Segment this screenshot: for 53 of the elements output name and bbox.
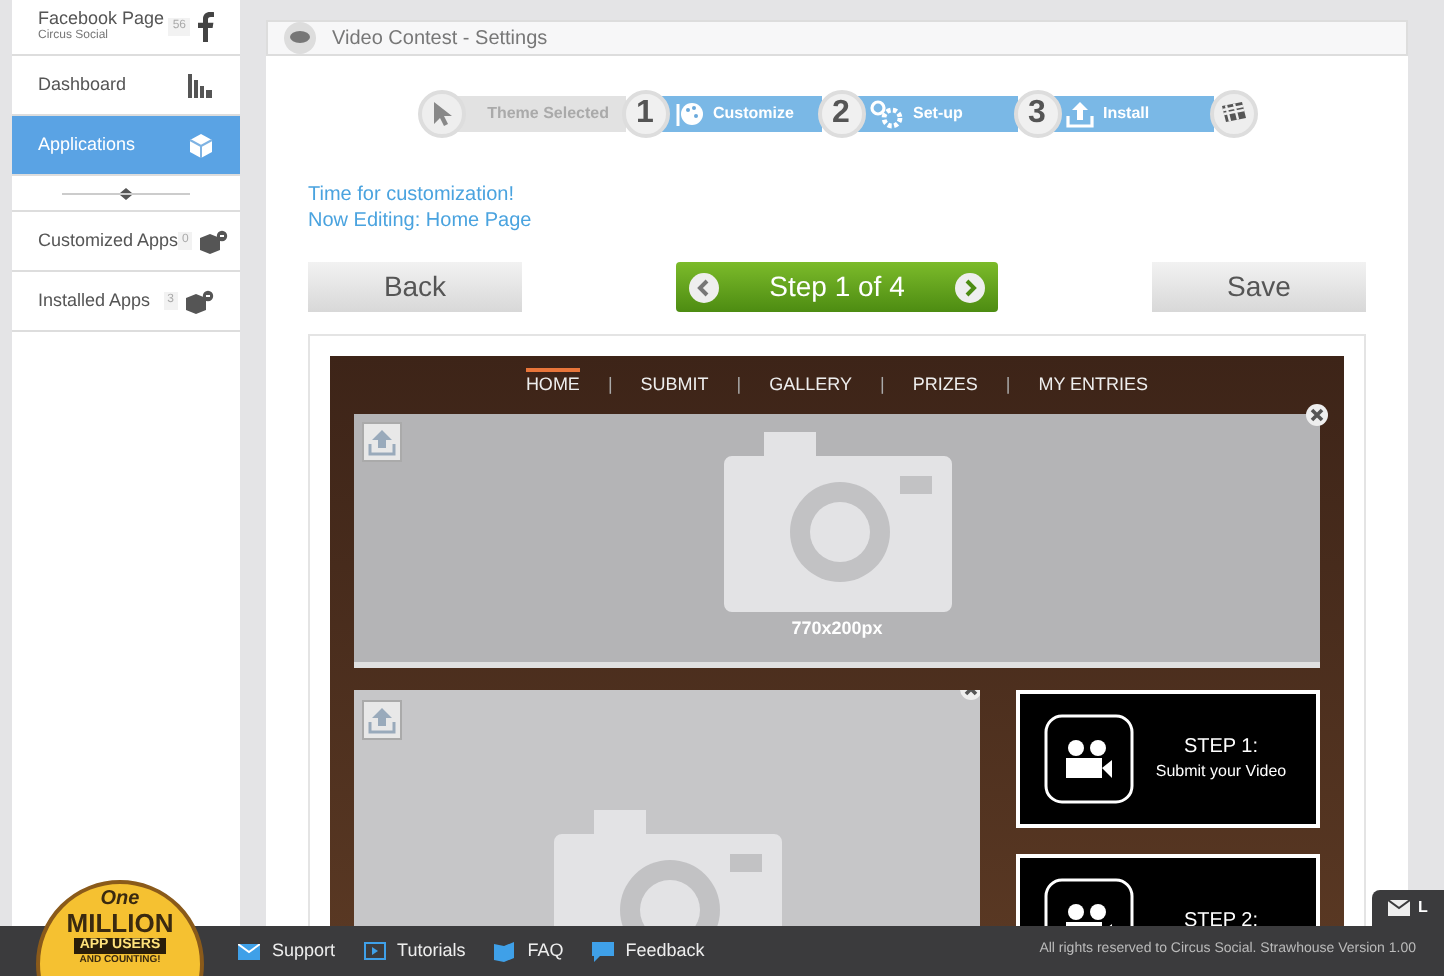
- upload-icon[interactable]: [362, 422, 402, 462]
- nav-link[interactable]: SUBMIT: [640, 371, 709, 399]
- book-icon: [493, 941, 516, 961]
- card-title: STEP 1:: [1183, 736, 1259, 762]
- intro-text: Now Editing: Home Page: [308, 208, 534, 234]
- upload-icon[interactable]: [362, 700, 402, 740]
- step-number: 3: [1013, 90, 1061, 138]
- mail-icon: [1388, 900, 1410, 916]
- play-icon: [363, 942, 386, 960]
- nav-link[interactable]: HOME: [525, 367, 580, 399]
- next-icon[interactable]: [954, 271, 986, 303]
- chat-icon: [591, 941, 614, 961]
- step-number: 2: [817, 90, 865, 138]
- nav-link[interactable]: GALLERY: [769, 371, 852, 399]
- panel-header: Video Contest - Settings: [266, 20, 1408, 56]
- mail-icon: [238, 943, 260, 959]
- facebook-icon: [198, 12, 214, 42]
- step-pager: Step 1 of 4: [676, 262, 998, 312]
- footer-link[interactable]: Feedback: [625, 937, 705, 965]
- footer-link[interactable]: Support: [272, 937, 336, 965]
- footer-link[interactable]: FAQ: [527, 937, 564, 965]
- nav-link[interactable]: MY ENTRIES: [1038, 371, 1149, 399]
- previous-icon[interactable]: [688, 271, 720, 303]
- pointer-icon: [431, 100, 451, 128]
- back-button[interactable]: Back: [308, 262, 522, 312]
- close-icon[interactable]: [1306, 404, 1328, 426]
- footer-link[interactable]: Tutorials: [397, 937, 466, 965]
- palette-icon: [673, 100, 703, 128]
- boxes-icon: [200, 229, 229, 253]
- nav-separator: |: [736, 371, 742, 398]
- nav-separator: |: [880, 371, 885, 398]
- speech-bubble-icon: [284, 22, 316, 54]
- bar-chart-icon: [186, 73, 214, 97]
- step-number: 1: [621, 90, 669, 138]
- intro-text: Time for customization!: [308, 182, 516, 208]
- boxes-icon: [186, 289, 214, 313]
- resize-handle-icon[interactable]: [62, 187, 190, 199]
- badge-title: MILLION: [66, 910, 174, 936]
- chat-tab[interactable]: L: [1372, 890, 1444, 926]
- save-button[interactable]: Save: [1152, 262, 1366, 312]
- box-icon: [188, 132, 214, 158]
- nav-link[interactable]: PRIZES: [912, 371, 978, 399]
- card-text: Submit your Video: [1155, 761, 1287, 782]
- card-title: STEP 2:: [1183, 910, 1259, 936]
- size-label: 770x200px: [791, 616, 883, 643]
- checkered-flag-icon: [1209, 90, 1257, 138]
- nav-separator: |: [1005, 371, 1011, 398]
- nav-separator: |: [607, 371, 613, 398]
- gears-icon: [869, 99, 903, 129]
- badge-text: One: [100, 890, 140, 910]
- camera-icon: [723, 432, 951, 613]
- video-camera-icon: [1044, 714, 1134, 804]
- upload-icon: [1065, 100, 1093, 128]
